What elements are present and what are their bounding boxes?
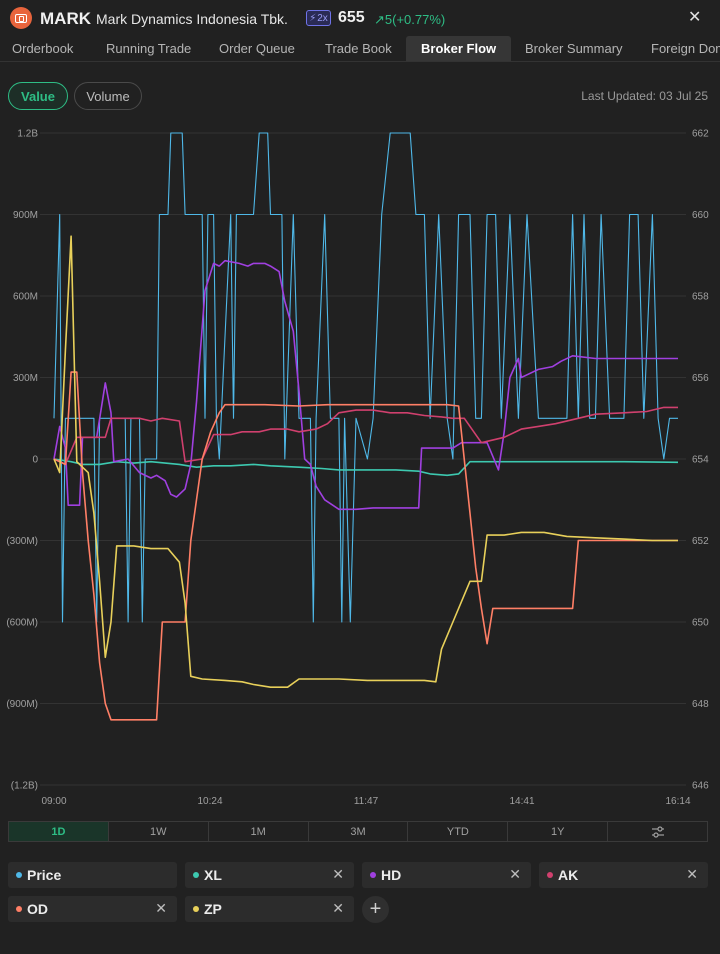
x-axis-tick: 16:14	[665, 796, 690, 807]
chart-settings-button[interactable]	[608, 822, 707, 841]
plus-icon: +	[369, 898, 382, 920]
period-1w[interactable]: 1W	[109, 822, 209, 841]
legend-label-hd: HD	[381, 867, 402, 883]
hd-dot	[370, 872, 376, 878]
left-axis-tick: 0	[32, 455, 38, 466]
period-1d[interactable]: 1D	[9, 822, 109, 841]
legend-chip-hd[interactable]: HD ✕	[362, 862, 531, 888]
period-selector: 1D 1W 1M 3M YTD 1Y	[8, 821, 708, 842]
x-axis-tick: 10:24	[197, 796, 222, 807]
left-axis-tick: (300M)	[6, 536, 38, 547]
value-toggle-button[interactable]: Value	[8, 82, 68, 110]
right-axis-tick: 660	[692, 210, 709, 221]
company-logo	[10, 7, 32, 29]
right-axis-tick: 650	[692, 618, 709, 629]
right-axis-tick: 658	[692, 292, 709, 303]
period-1m[interactable]: 1M	[209, 822, 309, 841]
remove-ak-close-icon[interactable]: ✕	[686, 866, 698, 883]
period-ytd[interactable]: YTD	[408, 822, 509, 841]
broker-flow-chart[interactable]: 1.2B 662 900M 660 600M 658 300M 656 0 654 (300M) 65…	[0, 120, 720, 815]
remove-zp-close-icon[interactable]: ✕	[332, 900, 344, 917]
header: MARK Mark Dynamics Indonesia Tbk. ⚡︎ 2x 6…	[0, 0, 720, 36]
tab-order-queue[interactable]: Order Queue	[219, 36, 295, 61]
legend-label-od: OD	[27, 901, 48, 917]
tab-foreign-domestic[interactable]: Foreign Dom	[651, 36, 720, 61]
sliders-icon	[651, 825, 664, 838]
od-dot	[16, 906, 22, 912]
left-axis-tick: 300M	[13, 373, 38, 384]
period-1y[interactable]: 1Y	[508, 822, 609, 841]
left-axis-tick: (600M)	[6, 618, 38, 629]
tab-orderbook[interactable]: Orderbook	[12, 36, 73, 61]
legend-chip-price[interactable]: Price	[8, 862, 177, 888]
remove-xl-close-icon[interactable]: ✕	[332, 866, 344, 883]
zp-dot	[193, 906, 199, 912]
legend-label-price: Price	[27, 867, 62, 883]
series-line-hd	[53, 259, 678, 511]
remove-hd-close-icon[interactable]: ✕	[509, 866, 521, 883]
left-axis-tick: 1.2B	[17, 129, 38, 140]
tab-broker-summary[interactable]: Broker Summary	[525, 36, 623, 61]
company-name: Mark Dynamics Indonesia Tbk.	[96, 11, 288, 27]
legend-chip-zp[interactable]: ZP ✕	[185, 896, 354, 922]
price-change-value: 5(+0.77%)	[384, 12, 446, 27]
lightning-icon: ⚡︎	[309, 12, 317, 24]
right-axis-tick: 652	[692, 536, 709, 547]
right-axis-tick: 648	[692, 699, 709, 710]
leverage-badge: ⚡︎ 2x	[306, 10, 331, 26]
left-axis-tick: 600M	[13, 292, 38, 303]
x-axis-tick: 09:00	[41, 796, 66, 807]
series-line-od	[53, 371, 678, 721]
right-axis-tick: 646	[692, 781, 709, 792]
legend-chip-ak[interactable]: AK ✕	[539, 862, 708, 888]
left-axis-tick: (1.2B)	[11, 781, 38, 792]
volume-toggle-button[interactable]: Volume	[74, 82, 142, 110]
ticker-symbol[interactable]: MARK	[40, 9, 91, 29]
ak-dot	[547, 872, 553, 878]
x-axis-tick: 11:47	[354, 796, 379, 807]
legend-chip-xl[interactable]: XL ✕	[185, 862, 354, 888]
tab-broker-flow[interactable]: Broker Flow	[406, 36, 512, 61]
tab-bar: Orderbook Running Trade Order Queue Trad…	[0, 36, 720, 62]
add-broker-button[interactable]: +	[362, 896, 389, 923]
right-axis-tick: 656	[692, 373, 709, 384]
tab-trade-book[interactable]: Trade Book	[325, 36, 392, 61]
close-icon[interactable]: ✕	[688, 7, 701, 27]
last-updated-text: Last Updated: 03 Jul 25	[581, 89, 708, 103]
price-dot	[16, 872, 22, 878]
right-axis-tick: 654	[692, 455, 709, 466]
legend-label-ak: AK	[558, 867, 579, 883]
right-axis-tick: 662	[692, 129, 709, 140]
left-axis-tick: (900M)	[6, 699, 38, 710]
price-change: ↗5(+0.77%)	[374, 12, 445, 28]
legend-label-zp: ZP	[204, 901, 222, 917]
legend-chip-od[interactable]: OD ✕	[8, 896, 177, 922]
arrow-up-right-icon: ↗	[374, 12, 385, 27]
legend-label-xl: XL	[204, 867, 222, 883]
left-axis-tick: 900M	[13, 210, 38, 221]
tab-running-trade[interactable]: Running Trade	[106, 36, 191, 61]
series-line-xl	[53, 458, 679, 477]
xl-dot	[193, 872, 199, 878]
period-3m[interactable]: 3M	[309, 822, 409, 841]
last-price: 655	[338, 9, 365, 26]
x-axis-tick: 14:41	[509, 796, 534, 807]
leverage-value: 2x	[317, 12, 328, 24]
remove-od-close-icon[interactable]: ✕	[155, 900, 167, 917]
